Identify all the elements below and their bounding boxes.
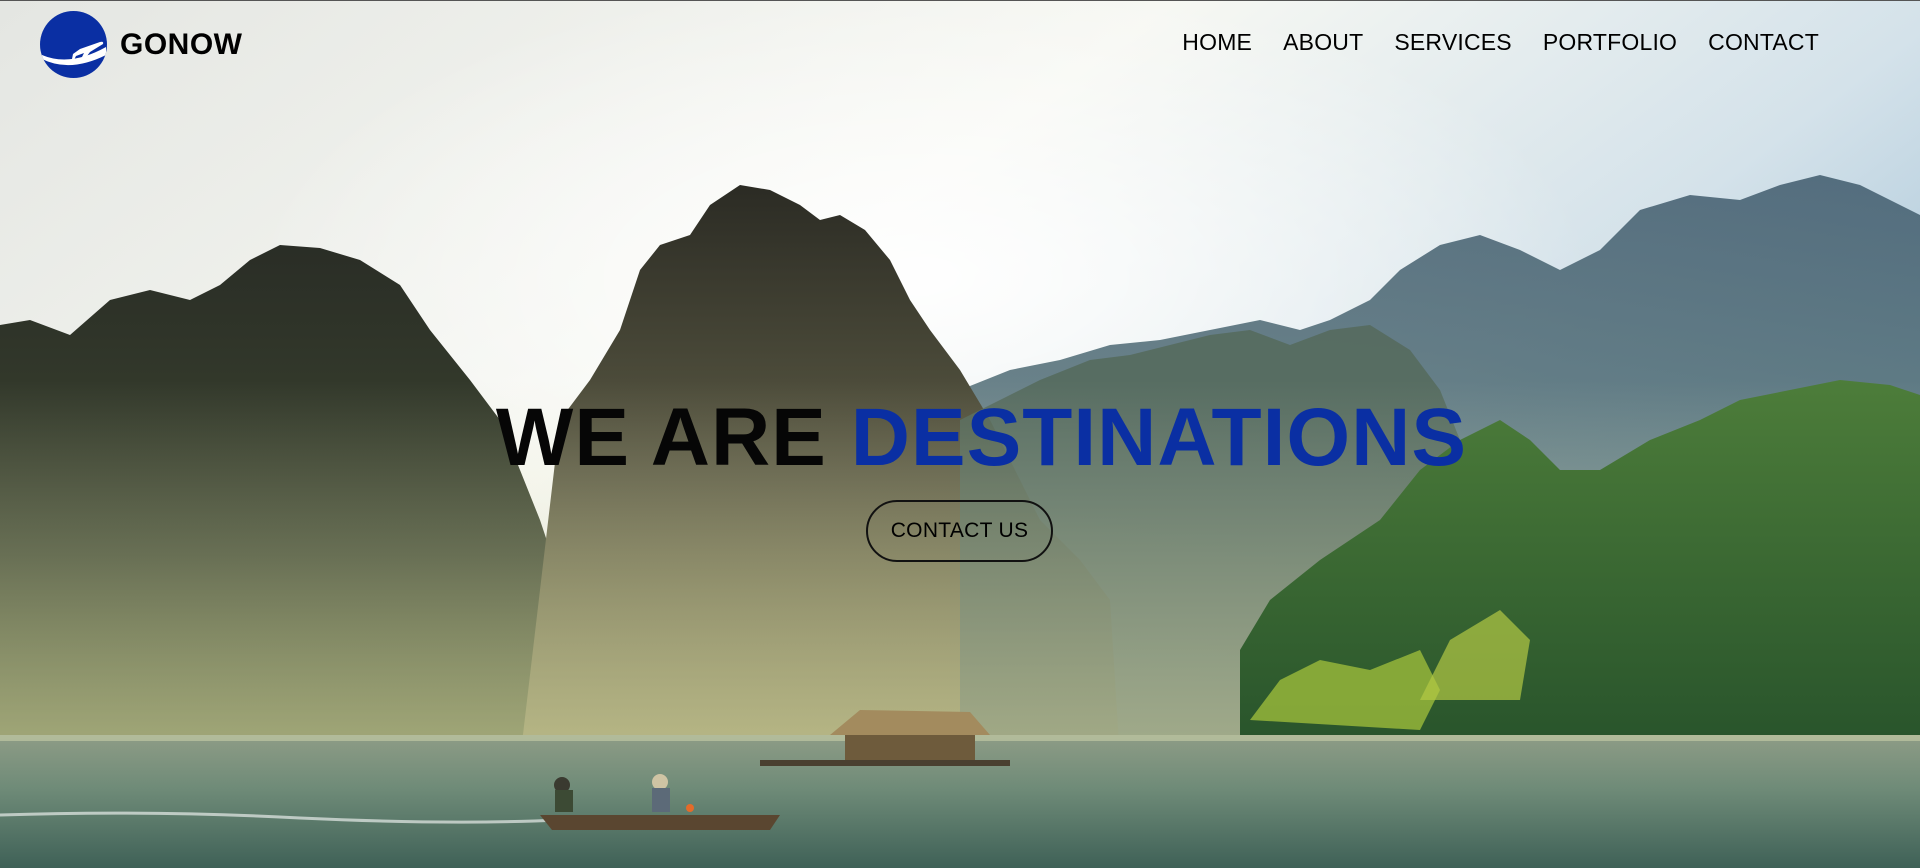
brand-name: GONOW — [120, 27, 243, 61]
nav-item-services[interactable]: SERVICES — [1394, 29, 1512, 56]
contact-us-button[interactable]: CONTACT US — [866, 500, 1053, 562]
main-nav: HOME ABOUT SERVICES PORTFOLIO CONTACT — [1151, 29, 1819, 56]
brand-link[interactable]: GONOW — [40, 11, 243, 78]
headline-part2: DESTINATIONS — [850, 392, 1468, 483]
airplane-icon — [40, 11, 107, 78]
nav-item-contact[interactable]: CONTACT — [1708, 29, 1819, 56]
nav-item-about[interactable]: ABOUT — [1283, 29, 1363, 56]
hero-headline: WE ARE DESTINATIONS — [0, 393, 1920, 483]
nav-item-portfolio[interactable]: PORTFOLIO — [1543, 29, 1677, 56]
headline-part1: WE ARE — [495, 392, 827, 483]
site-header: GONOW HOME ABOUT SERVICES PORTFOLIO CONT… — [0, 0, 1920, 86]
nav-item-home[interactable]: HOME — [1182, 29, 1252, 56]
